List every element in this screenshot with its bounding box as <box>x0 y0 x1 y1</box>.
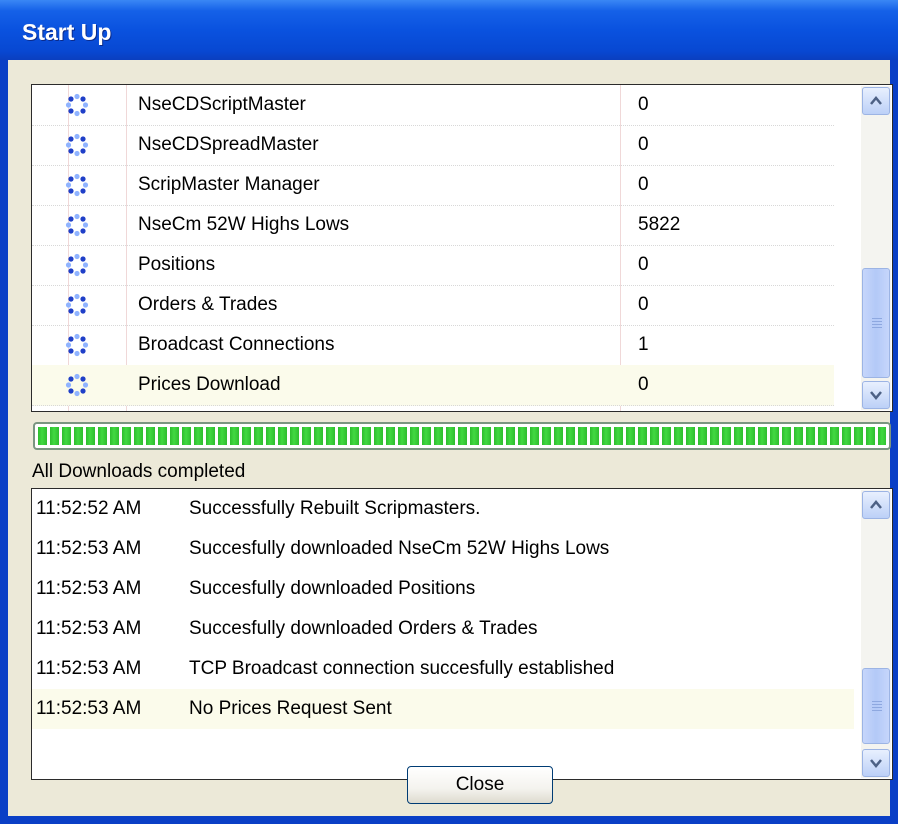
thumb-grip <box>872 707 882 708</box>
progress-fill <box>38 427 886 445</box>
loading-spinner-icon <box>65 173 89 197</box>
task-row[interactable]: NseCDSpreadMaster 0 <box>32 125 834 166</box>
log-time: 11:52:53 AM <box>36 658 142 679</box>
thumb-grip <box>872 710 882 711</box>
log-entry: 11:52:53 AM Succesfully downloaded NseCm… <box>32 529 854 569</box>
log-scrollbar[interactable] <box>861 490 891 778</box>
download-progress-bar <box>33 422 891 450</box>
dialog-body: NseCDScriptMaster 0 NseCDSpreadMaster 0 … <box>8 60 893 816</box>
log-entry: 11:52:53 AM TCP Broadcast connection suc… <box>32 649 854 689</box>
loading-spinner-icon <box>65 253 89 277</box>
task-name: NseCm 52W Highs Lows <box>138 214 350 235</box>
startup-window: Start Up NseCDScriptMaster 0 NseCDSpread… <box>0 0 898 824</box>
thumb-grip <box>872 318 882 319</box>
close-button[interactable]: Close <box>407 766 553 804</box>
log-time: 11:52:53 AM <box>36 578 142 599</box>
task-row[interactable]: ScripMaster Manager 0 <box>32 165 834 206</box>
log-list[interactable]: 11:52:52 AM Successfully Rebuilt Scripma… <box>31 488 893 780</box>
task-row[interactable]: Orders & Trades 0 <box>32 285 834 326</box>
task-row[interactable]: Prices Download 0 <box>32 365 834 406</box>
loading-spinner-icon <box>65 93 89 117</box>
task-count: 0 <box>638 294 649 315</box>
task-count: 0 <box>638 174 649 195</box>
log-entry: 11:52:52 AM Successfully Rebuilt Scripma… <box>32 489 854 529</box>
log-entry: 11:52:53 AM No Prices Request Sent <box>32 689 854 729</box>
chevron-down-icon <box>870 391 882 400</box>
scroll-down-button[interactable] <box>862 749 890 777</box>
log-message: Successfully Rebuilt Scripmasters. <box>189 498 481 519</box>
log-message: Succesfully downloaded Positions <box>189 578 476 599</box>
thumb-grip <box>872 701 882 702</box>
thumb-grip <box>872 704 882 705</box>
thumb-grip <box>872 324 882 325</box>
task-name: Positions <box>138 254 216 275</box>
task-name: Orders & Trades <box>138 294 278 315</box>
task-name: NseCDSpreadMaster <box>138 134 319 155</box>
chevron-up-icon <box>870 500 882 509</box>
task-row[interactable]: NseCm 52W Highs Lows 5822 <box>32 205 834 246</box>
task-row[interactable]: NseCDScriptMaster 0 <box>32 85 834 126</box>
scroll-down-button[interactable] <box>862 381 890 409</box>
task-row[interactable]: Broadcast Connections 1 <box>32 325 834 366</box>
thumb-grip <box>872 327 882 328</box>
task-name: NseCDScriptMaster <box>138 94 306 115</box>
task-count: 0 <box>638 134 649 155</box>
task-row[interactable]: Positions 0 <box>32 245 834 286</box>
log-time: 11:52:53 AM <box>36 538 142 559</box>
scroll-up-button[interactable] <box>862 87 890 115</box>
log-message: Succesfully downloaded NseCm 52W Highs L… <box>189 538 610 559</box>
scroll-thumb[interactable] <box>862 268 890 378</box>
log-message: Succesfully downloaded Orders & Trades <box>189 618 538 639</box>
loading-spinner-icon <box>65 333 89 357</box>
log-time: 11:52:52 AM <box>36 498 142 519</box>
task-list[interactable]: NseCDScriptMaster 0 NseCDSpreadMaster 0 … <box>31 84 893 412</box>
log-entry: 11:52:53 AM Succesfully downloaded Order… <box>32 609 854 649</box>
task-list-scrollbar[interactable] <box>861 86 891 410</box>
task-name: Prices Download <box>138 374 281 395</box>
log-time: 11:52:53 AM <box>36 618 142 639</box>
status-text: All Downloads completed <box>32 461 246 482</box>
task-count: 1 <box>638 334 649 355</box>
loading-spinner-icon <box>65 133 89 157</box>
window-title: Start Up <box>22 19 112 45</box>
task-count: 0 <box>638 374 649 395</box>
title-bar[interactable]: Start Up <box>0 0 898 60</box>
task-count: 0 <box>638 254 649 275</box>
task-name: Broadcast Connections <box>138 334 335 355</box>
scroll-thumb[interactable] <box>862 668 890 744</box>
chevron-up-icon <box>870 96 882 105</box>
loading-spinner-icon <box>65 213 89 237</box>
scroll-up-button[interactable] <box>862 491 890 519</box>
task-count: 0 <box>638 94 649 115</box>
loading-spinner-icon <box>65 293 89 317</box>
task-count: 5822 <box>638 214 681 235</box>
log-message: TCP Broadcast connection succesfully est… <box>189 658 615 679</box>
log-time: 11:52:53 AM <box>36 698 142 719</box>
log-entry: 11:52:53 AM Succesfully downloaded Posit… <box>32 569 854 609</box>
log-message: No Prices Request Sent <box>189 698 392 719</box>
loading-spinner-icon <box>65 373 89 397</box>
task-name: ScripMaster Manager <box>138 174 320 195</box>
thumb-grip <box>872 321 882 322</box>
chevron-down-icon <box>870 759 882 768</box>
